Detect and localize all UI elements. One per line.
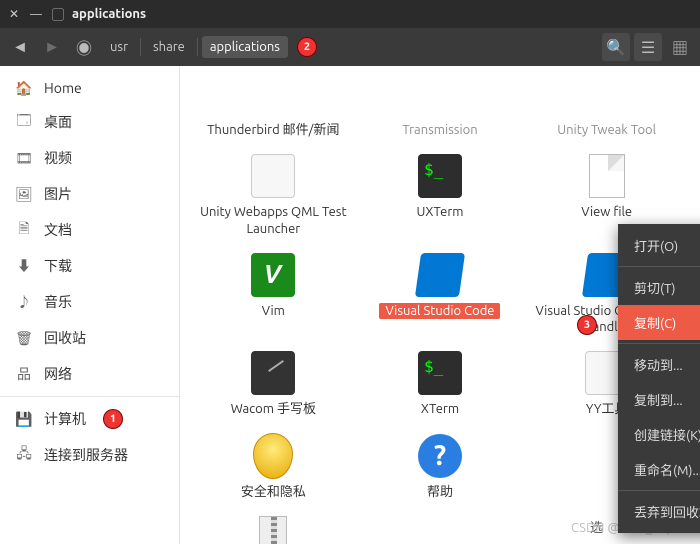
maximize-icon[interactable]: ▢ <box>50 6 66 22</box>
sidebar-item-label: 网络 <box>44 364 72 384</box>
ctx-cut[interactable]: 剪切(T) <box>618 270 700 305</box>
annotation-badge-1: 1 <box>104 410 122 428</box>
network-icon: 品 <box>16 366 32 382</box>
context-menu: 打开(O) 剪切(T) 复制(C) 移动到... 复制到... 创建链接(K) … <box>618 224 700 533</box>
sidebar-item-label: 回收站 <box>44 328 86 348</box>
ctx-open[interactable]: 打开(O) <box>618 228 700 263</box>
sidebar-item-trash[interactable]: 🗑 回收站 <box>0 320 179 356</box>
sidebar-item-documents[interactable]: 🗎 文档 <box>0 212 179 248</box>
ctx-copy[interactable]: 复制(C) <box>618 305 700 340</box>
view-list-icon[interactable]: ☰ <box>634 33 662 61</box>
sidebar-item-label: Home <box>44 80 82 96</box>
app-vim[interactable]: Vim <box>190 247 357 340</box>
app-unity-webapps[interactable]: Unity Webapps QML Test Launcher <box>190 148 357 241</box>
ctx-rename[interactable]: 重命名(M)... <box>618 452 700 487</box>
search-icon[interactable]: 🔍 <box>602 33 630 61</box>
app-vscode[interactable]: Visual Studio Code <box>357 247 524 340</box>
app-security-privacy[interactable]: 安全和隐私 <box>190 428 357 504</box>
downloads-icon: ⬇ <box>16 258 32 274</box>
sidebar-item-computer[interactable]: 💾 计算机 1 <box>0 401 179 437</box>
app-transmission[interactable]: Transmission <box>357 66 524 142</box>
computer-icon: 💾 <box>16 411 32 427</box>
server-icon: 🖧 <box>16 447 32 463</box>
forward-button[interactable]: ► <box>38 33 66 61</box>
sidebar-item-label: 文档 <box>44 220 72 240</box>
app-thunderbird[interactable]: Thunderbird 邮件/新闻 <box>190 66 357 142</box>
sidebar-item-downloads[interactable]: ⬇ 下载 <box>0 248 179 284</box>
pictures-icon: 🖼 <box>16 186 32 202</box>
app-unity-tweak[interactable]: Unity Tweak Tool <box>523 66 690 142</box>
content-area: Thunderbird 邮件/新闻 Transmission Unity Twe… <box>180 66 700 544</box>
sidebar-item-label: 桌面 <box>44 112 72 132</box>
window-title: applications <box>72 7 146 21</box>
app-uxterm[interactable]: UXTerm <box>357 148 524 241</box>
sidebar-item-label: 图片 <box>44 184 72 204</box>
minimize-icon[interactable]: — <box>28 6 44 22</box>
app-xterm[interactable]: XTerm <box>357 345 524 421</box>
sidebar-item-label: 音乐 <box>44 292 72 312</box>
app-backup[interactable]: 备份 <box>190 510 357 544</box>
disk-icon[interactable]: ◉ <box>70 33 98 61</box>
breadcrumb-usr[interactable]: usr <box>102 36 136 58</box>
back-button[interactable]: ◄ <box>6 33 34 61</box>
breadcrumb-applications[interactable]: applications <box>202 36 288 58</box>
sidebar-item-network[interactable]: 品 网络 <box>0 356 179 392</box>
sidebar-item-pictures[interactable]: 🖼 图片 <box>0 176 179 212</box>
music-icon: ♪ <box>16 294 32 310</box>
sidebar-item-desktop[interactable]: 🗔 桌面 <box>0 104 179 140</box>
app-help[interactable]: ?帮助 <box>357 428 524 504</box>
sidebar-item-connect-server[interactable]: 🖧 连接到服务器 <box>0 437 179 473</box>
sidebar-item-videos[interactable]: 🎞 视频 <box>0 140 179 176</box>
annotation-badge-3: 3 <box>578 316 596 334</box>
documents-icon: 🗎 <box>16 222 32 238</box>
sidebar-item-music[interactable]: ♪ 音乐 <box>0 284 179 320</box>
videos-icon: 🎞 <box>16 150 32 166</box>
app-wacom[interactable]: Wacom 手写板 <box>190 345 357 421</box>
home-icon: 🏠 <box>16 80 32 96</box>
ctx-create-link[interactable]: 创建链接(K) <box>618 417 700 452</box>
ctx-move-to-trash[interactable]: 丢弃到回收站(V) <box>618 494 700 529</box>
titlebar: ✕ — ▢ applications <box>0 0 700 28</box>
sidebar: 🏠 Home 🗔 桌面 🎞 视频 🖼 图片 🗎 文档 ⬇ 下载 ♪ 音乐 🗑 <box>0 66 180 544</box>
sidebar-item-label: 视频 <box>44 148 72 168</box>
sidebar-item-label: 计算机 <box>44 409 86 429</box>
breadcrumb-share[interactable]: share <box>145 36 193 58</box>
ctx-copy-to[interactable]: 复制到... <box>618 382 700 417</box>
view-grid-icon[interactable]: ▦ <box>666 33 694 61</box>
close-icon[interactable]: ✕ <box>6 6 22 22</box>
annotation-badge-2: 2 <box>298 38 316 56</box>
sidebar-item-home[interactable]: 🏠 Home <box>0 72 179 104</box>
trash-icon: 🗑 <box>16 330 32 346</box>
ctx-move-to[interactable]: 移动到... <box>618 347 700 382</box>
sidebar-item-label: 连接到服务器 <box>44 445 128 465</box>
sidebar-item-label: 下载 <box>44 256 72 276</box>
desktop-icon: 🗔 <box>16 114 32 130</box>
toolbar: ◄ ► ◉ usr share applications 2 🔍 ☰ ▦ <box>0 28 700 66</box>
